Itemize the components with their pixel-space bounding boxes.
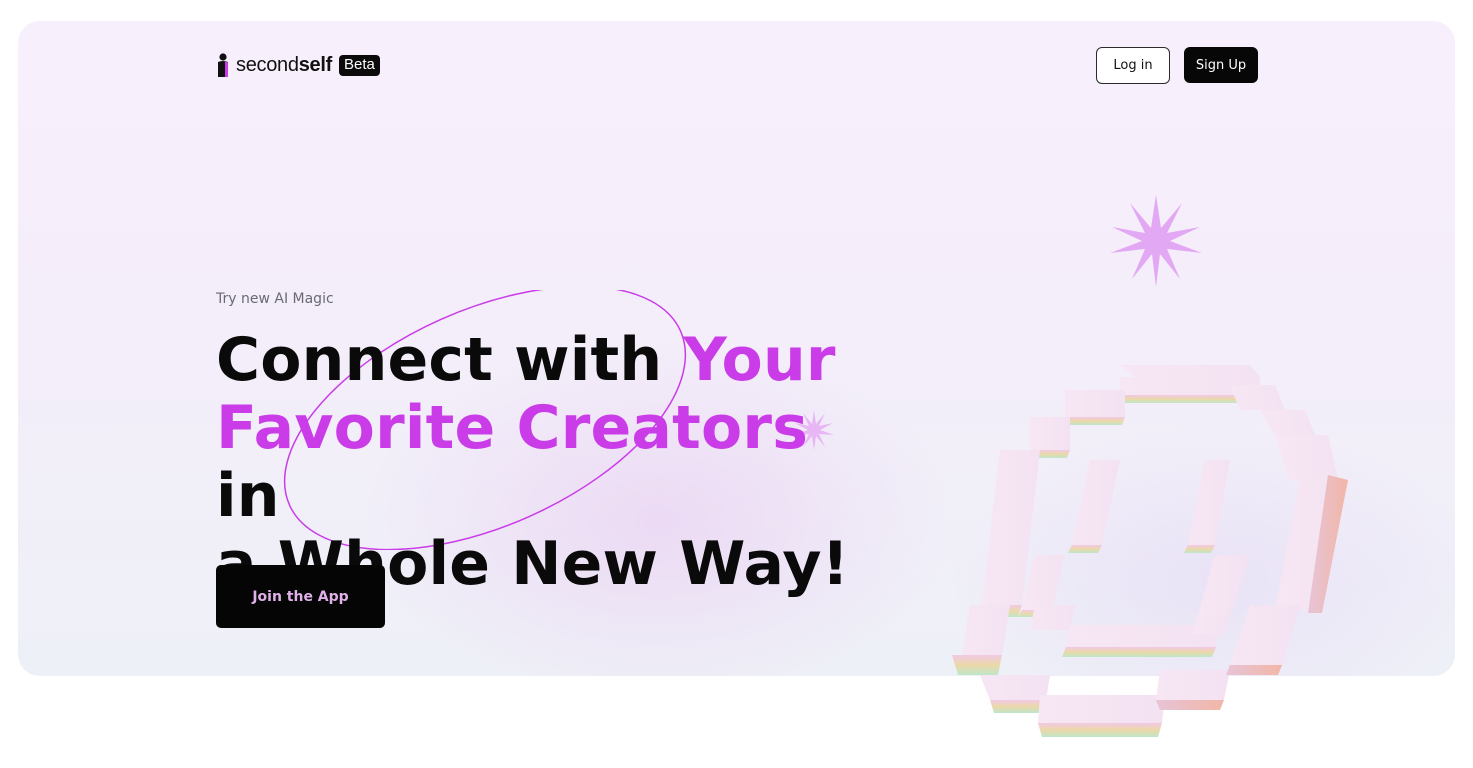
signup-button[interactable]: Sign Up <box>1184 47 1258 83</box>
headline-highlight-2: Favorite Creators <box>216 393 809 463</box>
login-button[interactable]: Log in <box>1096 47 1170 84</box>
sparkle-star-icon <box>1110 195 1202 287</box>
brand-logo[interactable]: secondself Beta <box>216 52 380 78</box>
headline-part-2: in <box>216 461 280 531</box>
beta-badge: Beta <box>338 54 380 76</box>
headline-part-1: Connect with <box>216 325 684 395</box>
join-app-button[interactable]: Join the App <box>216 565 385 628</box>
brand-name: secondself <box>236 54 332 77</box>
hero-headline: Connect with Your Favorite Creators in a… <box>216 326 856 598</box>
smiley-outline-ring <box>952 365 1348 737</box>
smiley-eyes <box>1068 460 1230 553</box>
smiley-mouth <box>1018 555 1250 657</box>
headline-highlight-1: Your <box>683 325 836 395</box>
brand-name-bold: self <box>298 53 333 76</box>
person-silhouette-icon <box>218 53 228 77</box>
brand-name-light: second <box>236 53 299 76</box>
pixel-smiley-illustration <box>952 365 1348 737</box>
